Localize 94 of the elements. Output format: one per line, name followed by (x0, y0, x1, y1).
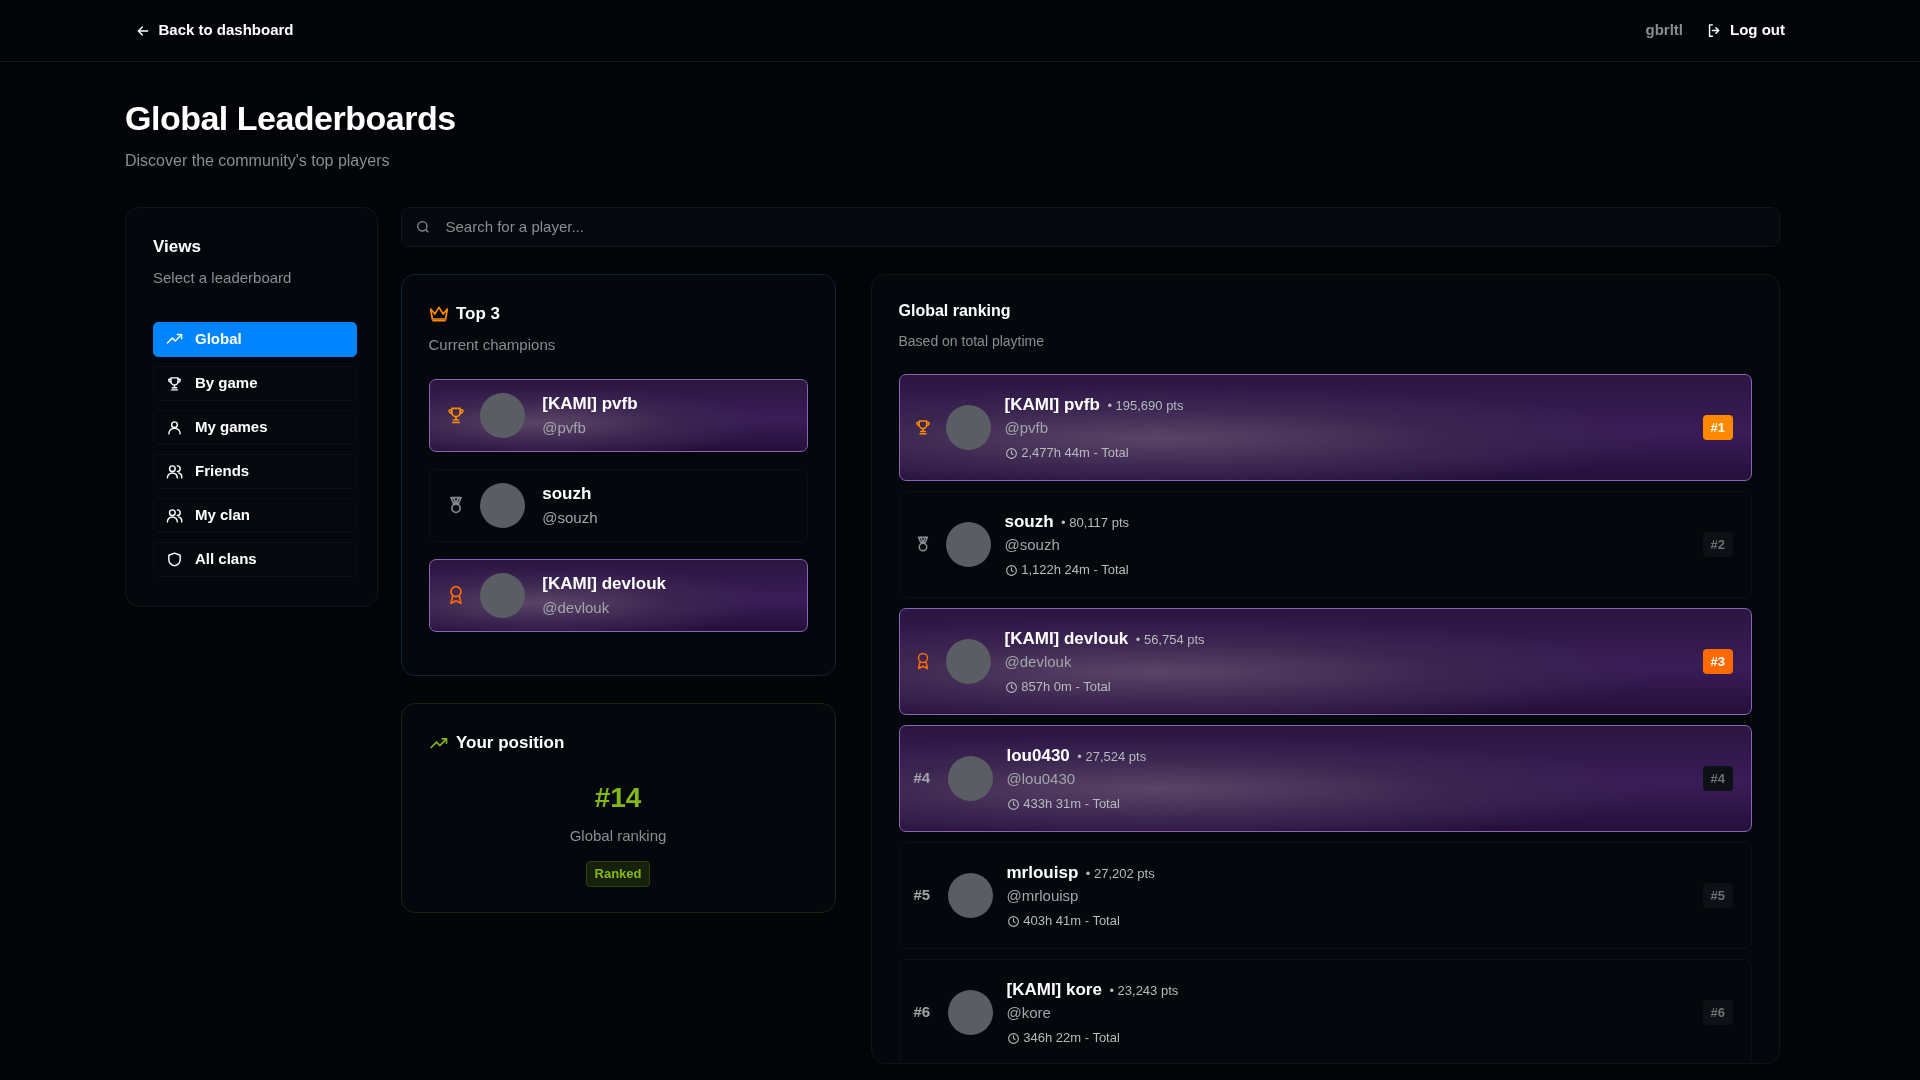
trophy-icon (913, 418, 932, 437)
rank-number: #6 (913, 1002, 932, 1023)
clock-icon (1006, 914, 1020, 928)
player-name: lou0430 (1006, 744, 1070, 767)
back-link[interactable]: Back to dashboard (135, 19, 294, 42)
panel-subtitle: Select a leaderboard (153, 268, 293, 289)
avatar-placeholder (479, 482, 525, 528)
rank-number: #14 (594, 781, 642, 816)
rank-tag: #5 (1702, 882, 1733, 909)
page-title: Global Leaderboards (125, 98, 457, 139)
playtime-text: 1,122h 24m - Total (1021, 561, 1129, 580)
player-name: mrlouisp (1006, 861, 1079, 884)
logout-button[interactable]: Log out (1705, 19, 1785, 42)
avatar-placeholder (479, 572, 525, 618)
rank-tag: #6 (1702, 999, 1733, 1026)
users-icon (166, 462, 183, 480)
view-tab[interactable]: All clans (153, 541, 357, 577)
username: gbrltl (1645, 20, 1683, 41)
shield-icon (166, 550, 183, 568)
trending-up-icon (428, 735, 449, 750)
clock-icon (1004, 446, 1018, 460)
player-handle: @lou0430 (1006, 769, 1077, 790)
player-handle: @pvfb (1004, 418, 1050, 439)
rank-number: #4 (913, 768, 932, 789)
points-text: • 23,243 pts (1109, 981, 1179, 1000)
player-handle: @souzh (542, 507, 598, 528)
panel-subtitle: Based on total playtime (898, 331, 1046, 351)
clock-icon (1004, 563, 1018, 577)
playtime-text: 346h 22m - Total (1023, 1029, 1120, 1048)
user-icon (166, 418, 183, 436)
panel-title: Your position (456, 731, 565, 754)
rank-label: Global ranking (569, 826, 667, 847)
player-name: [KAMI] devlouk (1004, 627, 1129, 650)
view-tab[interactable]: My clan (153, 497, 357, 533)
playtime-text: 857h 0m - Total (1021, 678, 1111, 697)
player-name: souzh (542, 483, 593, 506)
rank-tag: #3 (1702, 648, 1733, 675)
avatar-placeholder (947, 755, 993, 801)
points-text: • 195,690 pts (1107, 396, 1184, 415)
points-text: • 27,202 pts (1085, 864, 1155, 883)
trophy-icon (445, 405, 466, 426)
playtime-text: 2,477h 44m - Total (1021, 444, 1129, 463)
search-field[interactable]: Search for a player... (400, 206, 1780, 247)
panel-title: Top 3 (456, 302, 501, 325)
clock-icon (1004, 680, 1018, 694)
ranking-row[interactable]: [KAMI] devlouk • 56,754 pts @devlouk 857h 0m - Total #3 (898, 607, 1752, 715)
panel-title: Global ranking (898, 300, 1012, 321)
playtime-text: 403h 41m - Total (1023, 912, 1120, 931)
points-text: • 80,117 pts (1061, 513, 1130, 532)
player-handle: @pvfb (542, 417, 587, 438)
view-tab[interactable]: By game (153, 365, 357, 401)
player-handle: @kore (1006, 1003, 1052, 1024)
player-name: [KAMI] kore (1006, 978, 1102, 1001)
panel-subtitle: Current champions (428, 335, 557, 356)
clock-icon (1006, 1031, 1020, 1045)
player-card[interactable]: souzh @souzh (428, 468, 808, 542)
clock-icon (1006, 797, 1020, 811)
player-handle: @devlouk (542, 597, 611, 618)
player-name: [KAMI] pvfb (1004, 393, 1100, 416)
player-handle: @devlouk (1004, 652, 1073, 673)
player-card[interactable]: [KAMI] pvfb @pvfb (428, 378, 808, 452)
avatar-placeholder (479, 392, 525, 438)
avatar-placeholder (945, 638, 991, 684)
rank-tag: #1 (1702, 414, 1733, 441)
view-tab[interactable]: Global (153, 321, 357, 357)
points-text: • 27,524 pts (1077, 747, 1147, 766)
status-tag: Ranked (585, 861, 651, 887)
ranking-row[interactable]: souzh • 80,117 pts @souzh 1,122h 24m - Total #2 (898, 490, 1752, 598)
player-name: souzh (1004, 510, 1054, 533)
rank-tag: #4 (1702, 765, 1733, 792)
ranking-row[interactable]: #6 [KAMI] kore • 23,243 pts @kore 346h 22m - Total #6 (898, 958, 1752, 1063)
player-handle: @souzh (1004, 535, 1061, 556)
avatar-placeholder (945, 521, 991, 567)
trophy-icon (166, 374, 183, 392)
player-name: [KAMI] devlouk (542, 573, 666, 596)
avatar-placeholder (947, 872, 993, 918)
view-tab[interactable]: Friends (153, 453, 357, 489)
users-icon (166, 506, 183, 524)
crown-icon (428, 304, 449, 323)
avatar-placeholder (945, 404, 991, 450)
player-handle: @mrlouisp (1006, 886, 1080, 907)
view-tab[interactable]: My games (153, 409, 357, 445)
player-card[interactable]: [KAMI] devlouk @devlouk (428, 558, 808, 632)
rank-number: #5 (913, 885, 932, 906)
panel-title: Views (153, 235, 202, 258)
playtime-text: 433h 31m - Total (1023, 795, 1120, 814)
avatar-placeholder (947, 989, 993, 1035)
player-name: [KAMI] pvfb (542, 393, 638, 416)
ranking-row[interactable]: #5 mrlouisp • 27,202 pts @mrlouisp 403h 41m - Total #5 (898, 841, 1752, 949)
rank-tag: #2 (1702, 531, 1733, 558)
page-subtitle: Discover the community's top players (125, 150, 391, 171)
points-text: • 56,754 pts (1135, 630, 1205, 649)
ranking-row[interactable]: #4 lou0430 • 27,524 pts @lou0430 433h 31m - Total #4 (898, 724, 1752, 832)
ranking-row[interactable]: [KAMI] pvfb • 195,690 pts @pvfb 2,477h 44m - Total #1 (898, 373, 1752, 481)
